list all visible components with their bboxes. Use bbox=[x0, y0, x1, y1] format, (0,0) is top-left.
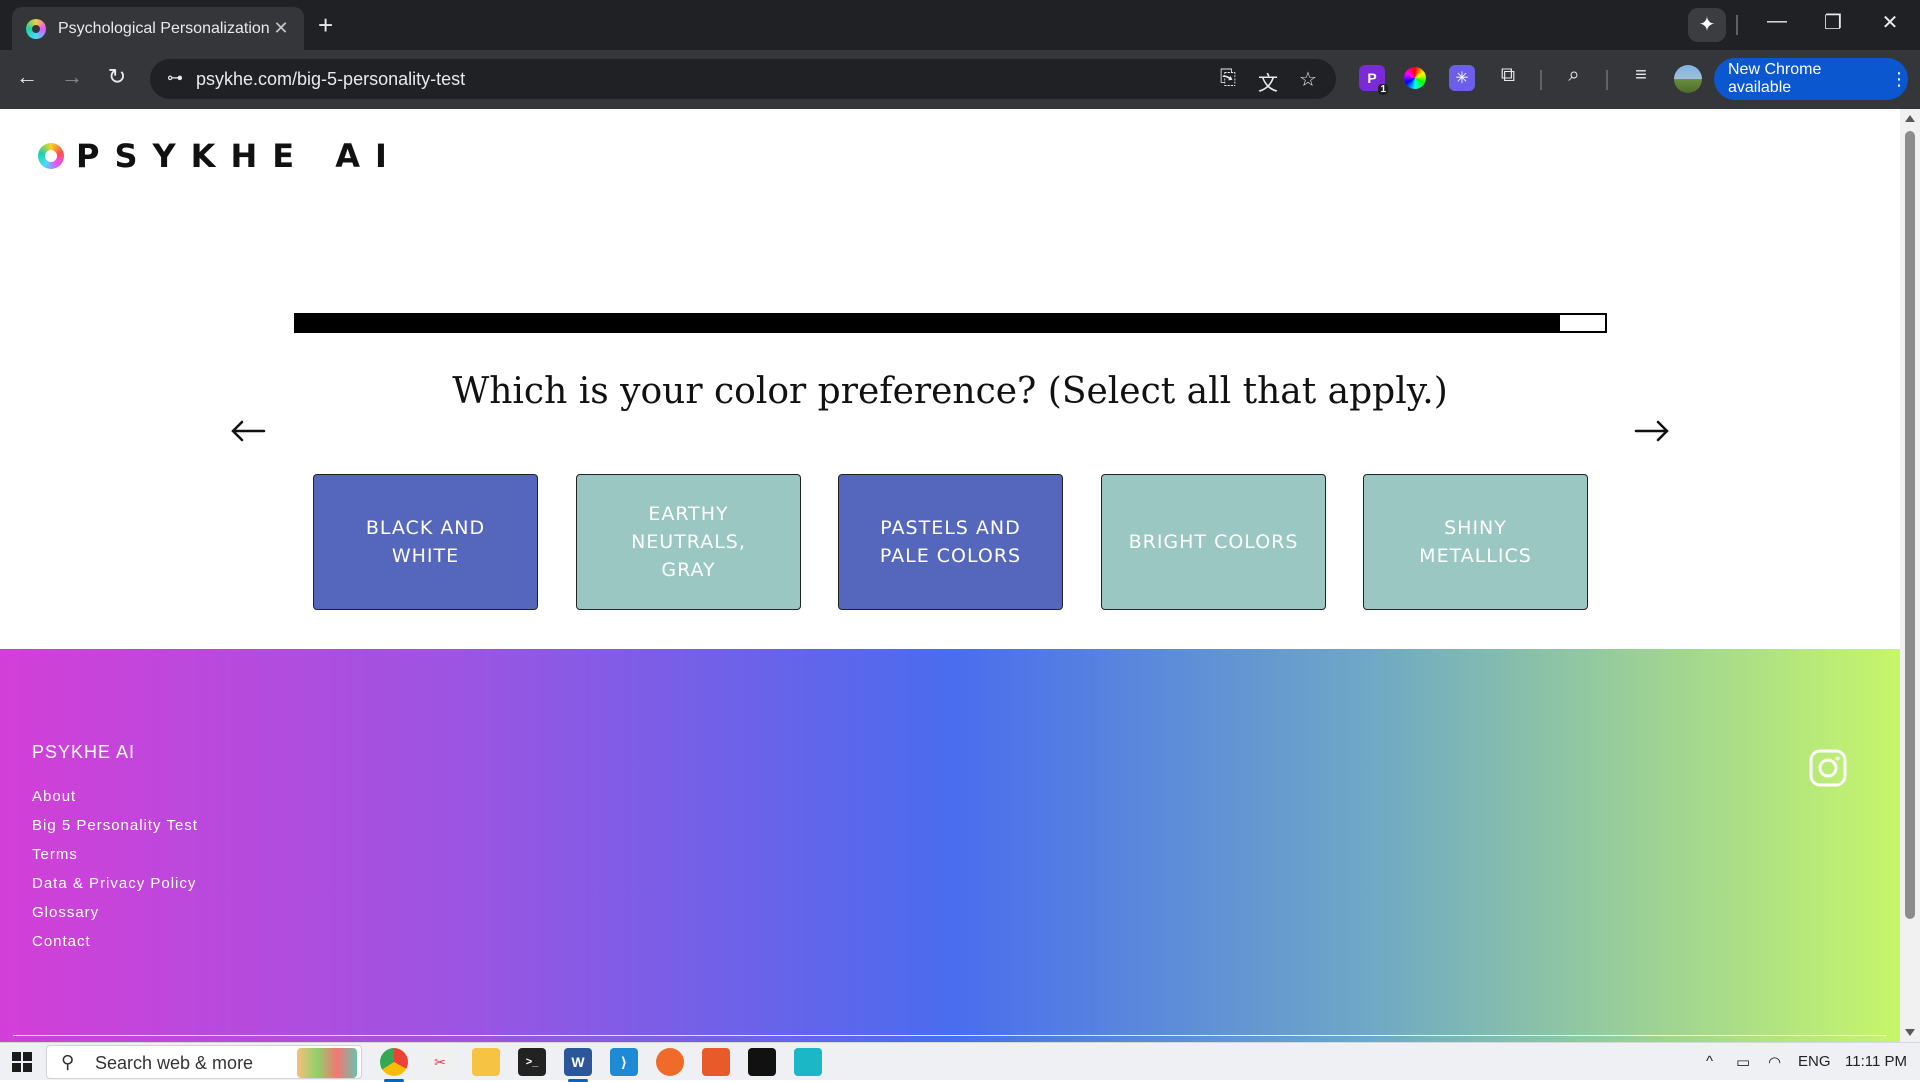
extensions-puzzle-icon[interactable]: ⧉ bbox=[1493, 64, 1523, 87]
restore-window-button[interactable]: ❐ bbox=[1813, 10, 1853, 35]
snipping-glyph-icon: ✂ bbox=[434, 1053, 446, 1070]
extension-p-icon[interactable]: P 1 bbox=[1359, 65, 1388, 95]
update-label: New Chrome available bbox=[1728, 61, 1822, 96]
translate-icon[interactable]: 文 bbox=[1254, 67, 1282, 96]
url-text[interactable]: psykhe.com/big-5-personality-test bbox=[196, 69, 465, 90]
color-picker-extension-icon[interactable] bbox=[1404, 67, 1426, 89]
option-black-and-white[interactable]: BLACK AND WHITE bbox=[313, 474, 538, 610]
right-arrow-icon bbox=[1634, 420, 1669, 442]
postman-taskbar-icon[interactable] bbox=[656, 1048, 684, 1076]
word-glyph-icon: W bbox=[571, 1054, 585, 1070]
profile-avatar[interactable] bbox=[1674, 65, 1702, 93]
tray-chevron-icon[interactable]: ^ bbox=[1706, 1053, 1713, 1070]
footer-link-glossary[interactable]: Glossary bbox=[32, 898, 198, 927]
option-shiny-metallics[interactable]: SHINY METALLICS bbox=[1363, 474, 1588, 610]
extension-p-letter-icon: P bbox=[1367, 70, 1377, 86]
snowflake-glyph-icon: ✳ bbox=[1455, 70, 1469, 87]
new-chrome-available-button[interactable]: New Chrome available ⋮ bbox=[1714, 58, 1908, 100]
tab-title: Psychological Personalization | I bbox=[58, 19, 270, 37]
clock-time[interactable]: 11:11 PM bbox=[1845, 1053, 1907, 1070]
psykhe-logo[interactable]: PSYKHE AI bbox=[38, 137, 402, 175]
scroll-down-arrow-icon[interactable] bbox=[1905, 1029, 1915, 1036]
chrome-menu-icon[interactable]: ⋮ bbox=[1890, 69, 1908, 90]
terminal-glyph-icon: >_ bbox=[525, 1056, 539, 1068]
terminal-taskbar-icon[interactable]: >_ bbox=[518, 1048, 546, 1076]
ubuntu-taskbar-icon[interactable] bbox=[702, 1048, 730, 1076]
scrollbar-thumb[interactable] bbox=[1905, 131, 1915, 919]
question-heading: Which is your color preference? (Select … bbox=[452, 371, 1448, 412]
vscode-glyph-icon: ⟩ bbox=[620, 1053, 628, 1070]
page-scrollbar[interactable] bbox=[1900, 109, 1920, 1042]
word-taskbar-icon[interactable]: W bbox=[564, 1048, 592, 1082]
new-tab-button[interactable]: + bbox=[318, 11, 333, 39]
footer-link-big5-test[interactable]: Big 5 Personality Test bbox=[32, 811, 198, 840]
app-taskbar-icon[interactable] bbox=[794, 1048, 822, 1076]
search-icon: ⚲ bbox=[61, 1052, 75, 1072]
back-arrow-icon[interactable]: ← bbox=[11, 64, 43, 90]
browser-tab-strip: Psychological Personalization | I ✕ + ✦ … bbox=[0, 0, 1920, 50]
close-window-button[interactable]: ✕ bbox=[1870, 10, 1910, 35]
page-viewport: PSYKHE AI Which is your color preference… bbox=[0, 109, 1900, 1042]
instagram-icon[interactable] bbox=[1808, 748, 1848, 788]
footer-divider bbox=[13, 1035, 1887, 1036]
next-question-arrow-icon[interactable] bbox=[1632, 411, 1672, 451]
toolbar-divider bbox=[1540, 70, 1542, 90]
site-info-icon[interactable]: ⊶ bbox=[164, 68, 186, 90]
vscode-taskbar-icon[interactable]: ⟩ bbox=[610, 1048, 638, 1076]
search-highlight-illustration-icon bbox=[297, 1048, 357, 1078]
windows-start-icon[interactable] bbox=[12, 1052, 32, 1072]
install-app-icon[interactable]: ⎘ bbox=[1214, 67, 1242, 90]
chrome-taskbar-icon[interactable] bbox=[380, 1048, 408, 1082]
snipping-tool-taskbar-icon[interactable]: ✂ bbox=[426, 1048, 454, 1076]
taskbar-search-placeholder: Search web & more bbox=[95, 1053, 254, 1073]
snowflake-extension-icon[interactable]: ✳ bbox=[1449, 65, 1475, 91]
tray-monitor-icon[interactable]: ▭ bbox=[1736, 1053, 1750, 1071]
footer-link-contact[interactable]: Contact bbox=[32, 927, 198, 956]
tab-search-icon[interactable]: ⌕ bbox=[1559, 64, 1589, 87]
capcut-taskbar-icon[interactable] bbox=[748, 1048, 776, 1076]
site-footer: PSYKHE AI About Big 5 Personality Test T… bbox=[0, 649, 1900, 1042]
footer-brand: PSYKHE AI bbox=[32, 742, 136, 762]
previous-question-arrow-icon[interactable] bbox=[228, 411, 268, 451]
left-arrow-icon bbox=[231, 420, 266, 442]
gemini-sparkle-icon[interactable]: ✦ bbox=[1688, 8, 1726, 42]
address-bar[interactable]: ⊶ psykhe.com/big-5-personality-test ⎘ 文 … bbox=[150, 59, 1336, 99]
option-bright-colors[interactable]: BRIGHT COLORS bbox=[1101, 474, 1326, 610]
psykhe-favicon-icon bbox=[26, 18, 46, 39]
progress-bar-fill bbox=[296, 315, 1561, 331]
language-indicator[interactable]: ENG bbox=[1798, 1053, 1831, 1070]
option-earthy-neutrals-gray[interactable]: EARTHY NEUTRALS, GRAY bbox=[576, 474, 801, 610]
media-controls-icon[interactable]: ≡ bbox=[1626, 64, 1656, 87]
browser-tab-active[interactable]: Psychological Personalization | I ✕ bbox=[12, 7, 304, 50]
scroll-up-arrow-icon[interactable] bbox=[1905, 115, 1915, 122]
file-explorer-taskbar-icon[interactable] bbox=[472, 1048, 500, 1076]
forward-arrow-icon[interactable]: → bbox=[56, 64, 88, 90]
footer-link-privacy[interactable]: Data & Privacy Policy bbox=[32, 869, 198, 898]
footer-link-about[interactable]: About bbox=[32, 782, 198, 811]
minimize-window-button[interactable]: — bbox=[1757, 10, 1797, 33]
reload-icon[interactable]: ↻ bbox=[101, 64, 133, 90]
logo-text: PSYKHE AI bbox=[76, 137, 402, 175]
bookmark-star-icon[interactable]: ☆ bbox=[1294, 67, 1322, 92]
extension-badge: 1 bbox=[1378, 84, 1388, 95]
wifi-icon[interactable]: ◠ bbox=[1768, 1053, 1781, 1071]
progress-bar bbox=[294, 313, 1607, 333]
toolbar-divider bbox=[1606, 70, 1608, 90]
taskbar-search-box[interactable]: ⚲ Search web & more bbox=[46, 1045, 362, 1079]
footer-links: About Big 5 Personality Test Terms Data … bbox=[32, 782, 198, 956]
psykhe-logo-ring-icon bbox=[38, 143, 64, 169]
windows-taskbar: ⚲ Search web & more ✂ >_ W ⟩ ^ ▭ ◠ ENG 1… bbox=[0, 1042, 1920, 1082]
browser-toolbar: ← → ↻ ⊶ psykhe.com/big-5-personality-tes… bbox=[0, 50, 1920, 109]
close-tab-icon[interactable]: ✕ bbox=[270, 18, 292, 39]
option-pastels-and-pale-colors[interactable]: PASTELS AND PALE COLORS bbox=[838, 474, 1063, 610]
footer-link-terms[interactable]: Terms bbox=[32, 840, 198, 869]
tabbar-divider bbox=[1736, 15, 1738, 35]
